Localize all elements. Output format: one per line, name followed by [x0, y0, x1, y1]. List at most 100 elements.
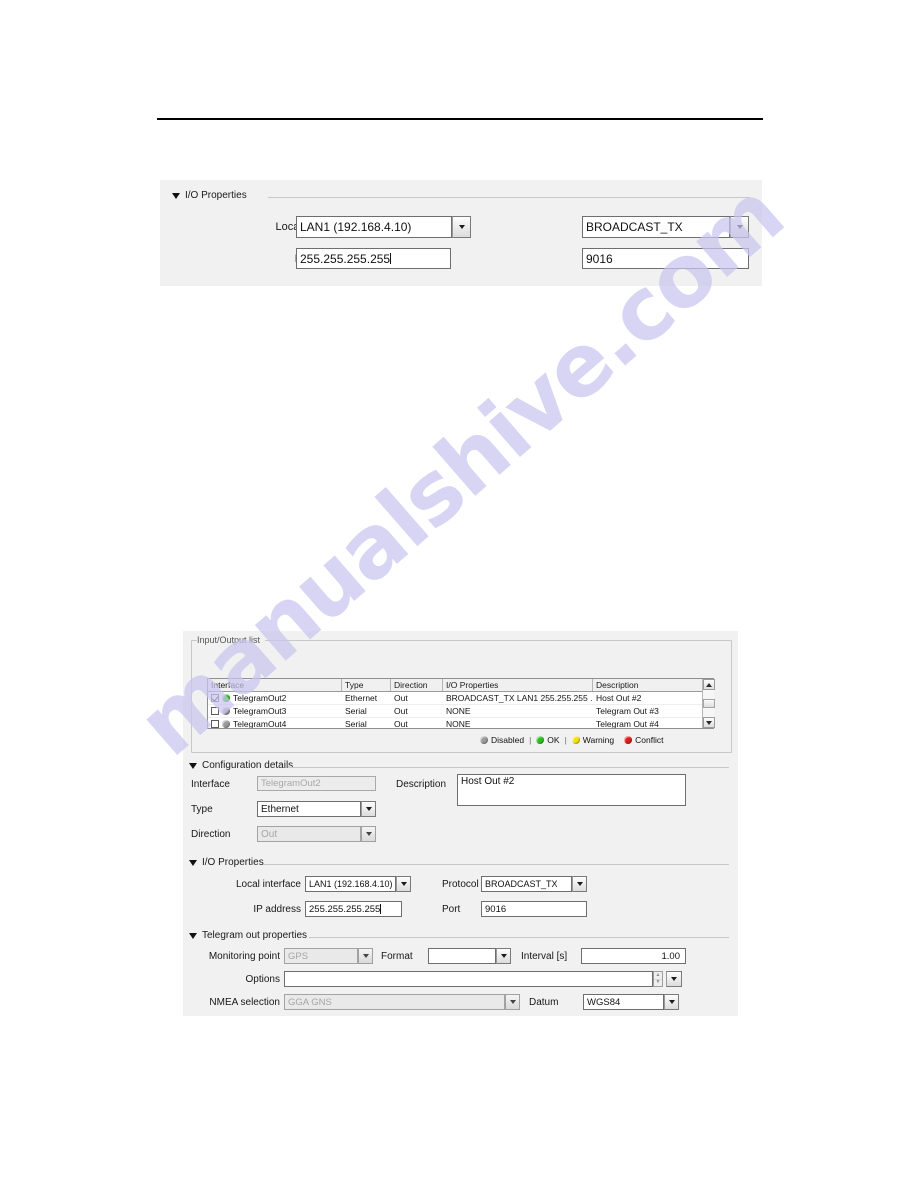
ip-address-input[interactable]: 255.255.255.255 [296, 248, 451, 269]
label-nmea-selection: NMEA selection [209, 997, 280, 1008]
column-header-io-properties[interactable]: I/O Properties [443, 679, 593, 691]
monitoring-point-combo: GPS [284, 948, 373, 964]
row-enable-checkbox[interactable] [211, 720, 219, 728]
table-row[interactable]: TelegramOut4 Serial Out NONE Telegram Ou… [208, 718, 713, 729]
cell-interface[interactable]: TelegramOut2 [208, 692, 342, 704]
status-indicator-icon [222, 707, 230, 715]
datum-combo[interactable]: WGS84 [583, 994, 679, 1010]
io-list-group-title: Input/Output list [197, 635, 266, 645]
config-description-input[interactable]: Host Out #2 [457, 774, 686, 806]
table-row[interactable]: TelegramOut2 Ethernet Out BROADCAST_TX L… [208, 692, 713, 705]
label-config-description: Description [396, 779, 447, 790]
protocol-combo[interactable]: BROADCAST_TX [582, 216, 749, 238]
monitoring-point-dropdown-button[interactable] [358, 948, 373, 964]
row-enable-checkbox[interactable] [211, 694, 219, 702]
scrollbar-thumb[interactable] [702, 699, 715, 708]
legend-separator: | [564, 735, 567, 745]
dialog-io-properties-group-title-text: I/O Properties [202, 857, 264, 868]
table-row[interactable]: TelegramOut3 Serial Out NONE Telegram Ou… [208, 705, 713, 718]
config-type-dropdown-button[interactable] [361, 801, 376, 817]
dialog-protocol-combo[interactable]: BROADCAST_TX [481, 876, 587, 892]
format-value[interactable] [428, 948, 496, 964]
cell-interface[interactable]: TelegramOut4 [208, 718, 342, 728]
dialog-port-value: 9016 [485, 903, 507, 915]
column-header-description[interactable]: Description [593, 679, 703, 691]
nmea-selection-combo[interactable]: GGA GNS [284, 994, 520, 1010]
collapse-triangle-icon[interactable] [189, 762, 197, 769]
legend-item-warning: Warning [571, 735, 614, 745]
nmea-selection-dropdown-button[interactable] [505, 994, 520, 1010]
cell-type: Ethernet [345, 693, 378, 703]
group-title-text: I/O Properties [185, 190, 247, 201]
options-dropdown[interactable] [666, 971, 682, 987]
status-warning-icon [571, 736, 580, 744]
chevron-down-icon [736, 225, 743, 229]
status-ok-icon [536, 736, 545, 744]
local-interface-combo[interactable]: LAN1 (192.168.4.10) [296, 216, 471, 238]
monitoring-point-value: GPS [284, 948, 358, 964]
chevron-down-icon [668, 1000, 675, 1004]
dialog-protocol-dropdown-button[interactable] [572, 876, 587, 892]
dialog-local-interface-value[interactable]: LAN1 (192.168.4.10) [305, 876, 396, 892]
cell-description: Telegram Out #3 [596, 706, 659, 716]
config-details-group-title: Configuration details [189, 760, 298, 771]
dialog-port-input[interactable]: 9016 [481, 901, 587, 917]
nmea-selection-value[interactable]: GGA GNS [284, 994, 505, 1010]
interval-input[interactable]: 1.00 [581, 948, 686, 964]
column-header-interface[interactable]: Interface [208, 679, 342, 691]
io-list-scrollbar[interactable] [702, 679, 715, 728]
spinner-down-icon[interactable]: ▼ [654, 980, 662, 987]
legend-separator: | [529, 735, 532, 745]
format-dropdown-button[interactable] [496, 948, 511, 964]
port-input[interactable]: 9016 [582, 248, 749, 269]
port-value: 9016 [586, 251, 613, 266]
chevron-down-icon [458, 225, 465, 229]
group-divider-line [289, 767, 729, 768]
protocol-dropdown-button[interactable] [730, 216, 749, 238]
protocol-value[interactable]: BROADCAST_TX [582, 216, 730, 238]
label-config-interface: Interface [191, 779, 230, 790]
options-spinner[interactable]: ▲ ▼ [653, 971, 663, 987]
column-header-type[interactable]: Type [342, 679, 391, 691]
io-list-table[interactable]: Interface Type Direction I/O Properties … [207, 678, 714, 729]
cell-description: Host Out #2 [596, 693, 642, 703]
label-datum: Datum [529, 997, 559, 1008]
label-dialog-local-interface: Local interface [235, 879, 301, 890]
dialog-protocol-value[interactable]: BROADCAST_TX [481, 876, 572, 892]
ip-address-value: 255.255.255.255 [300, 251, 391, 266]
cell-direction: Out [394, 719, 408, 729]
dialog-io-properties-group-title: I/O Properties [189, 857, 269, 868]
configuration-dialog: Input/Output list Interface Type Directi… [183, 631, 738, 1016]
legend-item-disabled: Disabled [480, 735, 524, 745]
cell-interface[interactable]: TelegramOut3 [208, 705, 342, 717]
datum-value[interactable]: WGS84 [583, 994, 664, 1010]
top-io-properties-group: I/O Properties [172, 190, 750, 201]
local-interface-value[interactable]: LAN1 (192.168.4.10) [296, 216, 452, 238]
config-direction-dropdown-button[interactable] [361, 826, 376, 842]
group-divider-line [263, 864, 729, 865]
legend-label-disabled: Disabled [491, 735, 525, 745]
chevron-down-icon [365, 832, 372, 836]
cell-direction: Out [394, 693, 408, 703]
label-dialog-protocol: Protocol [442, 879, 479, 890]
local-interface-dropdown-button[interactable] [452, 216, 471, 238]
dialog-local-interface-combo[interactable]: LAN1 (192.168.4.10) [305, 876, 411, 892]
collapse-triangle-icon[interactable] [189, 932, 197, 939]
collapse-triangle-icon[interactable] [172, 192, 180, 199]
row-enable-checkbox[interactable] [211, 707, 219, 715]
chevron-up-icon [705, 682, 712, 687]
collapse-triangle-icon[interactable] [189, 859, 197, 866]
config-type-combo[interactable]: Ethernet [257, 801, 376, 817]
status-disabled-icon [480, 736, 488, 744]
scroll-up-button[interactable] [702, 679, 715, 690]
dialog-ip-address-input[interactable]: 255.255.255.255 [305, 901, 402, 917]
dialog-local-interface-dropdown-button[interactable] [396, 876, 411, 892]
format-combo[interactable] [428, 948, 511, 964]
chevron-down-icon [362, 954, 369, 958]
config-type-value[interactable]: Ethernet [257, 801, 361, 817]
scroll-down-button[interactable] [702, 717, 715, 728]
datum-dropdown-button[interactable] [664, 994, 679, 1010]
options-input[interactable] [284, 971, 653, 987]
options-dropdown-button[interactable] [666, 971, 682, 987]
column-header-direction[interactable]: Direction [391, 679, 443, 691]
